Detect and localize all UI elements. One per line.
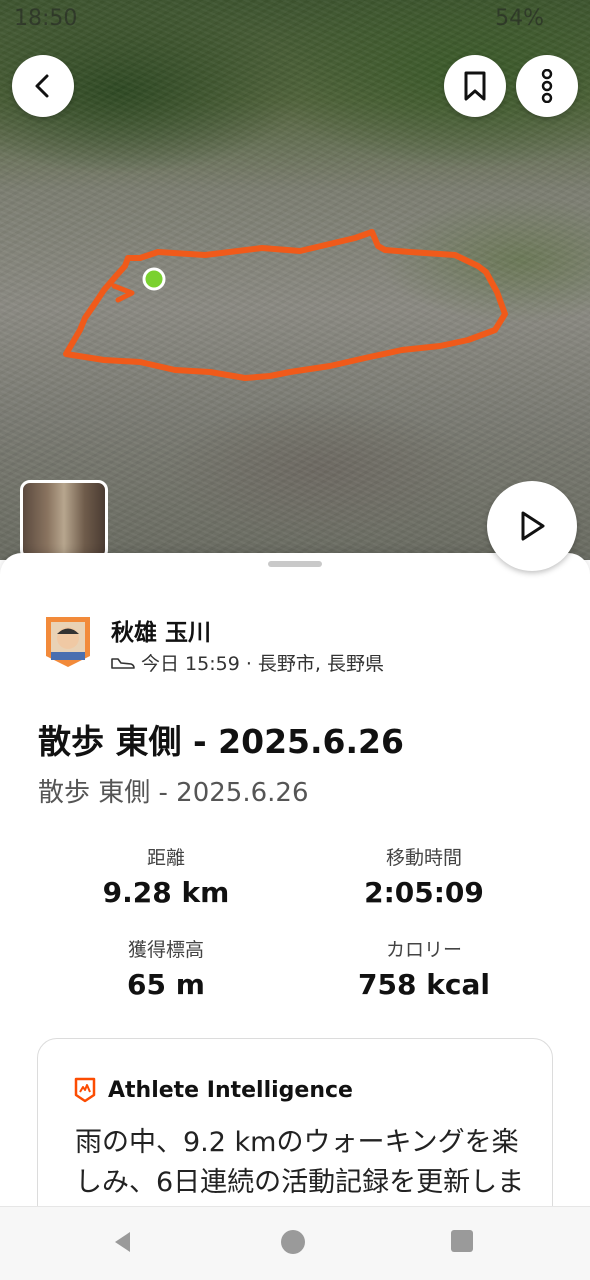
play-flyover-button[interactable] [487,481,577,571]
activity-meta-text: 今日 15:59 · 長野市, 長野県 [141,653,384,675]
stat-value: 2:05:09 [364,876,484,909]
athlete-name[interactable]: 秋雄 玉川 [111,613,211,647]
sheet-grabber[interactable] [268,561,322,567]
nav-recents-button[interactable] [450,1229,474,1257]
ai-title: Athlete Intelligence [108,1077,353,1103]
shoe-icon [111,657,135,669]
activity-meta: 今日 15:59 · 長野市, 長野県 [111,649,384,676]
athlete-intelligence-card[interactable]: Athlete Intelligence 雨の中、9.2 kmのウォーキングを楽… [37,1038,553,1213]
status-bar: 18:50 54% [0,0,590,38]
stat-label: 移動時間 [385,847,462,869]
nav-home-icon [281,1230,305,1254]
activity-description: 散歩 東側 - 2025.6.26 [38,778,309,808]
bookmark-icon [464,71,486,101]
stat-distance: 距離 9.28 km [46,843,286,909]
status-time: 18:50 [14,6,78,31]
route-path [63,229,508,381]
stat-label: 距離 [146,847,185,869]
nav-back-button[interactable] [110,1229,136,1259]
play-icon [521,511,545,541]
stat-moving-time: 移動時間 2:05:09 [304,843,544,909]
stat-value: 65 m [127,968,205,1001]
system-nav-bar [0,1206,590,1280]
nav-back-icon [115,1232,130,1252]
back-arrow-icon [35,74,49,98]
stat-label: カロリー [385,939,462,961]
stat-elevation-gain: 獲得標高 65 m [46,935,286,1001]
athlete-intelligence-icon [74,1077,96,1103]
photo-thumbnail[interactable] [20,480,108,560]
ai-header: Athlete Intelligence [74,1077,353,1103]
avatar-image [46,617,90,667]
battery-level: 54% [495,6,544,31]
avatar[interactable] [43,614,93,669]
more-options-button[interactable] [516,55,578,117]
back-button[interactable] [12,55,74,117]
stat-label: 獲得標高 [127,939,204,961]
activity-sheet: 秋雄 玉川 今日 15:59 · 長野市, 長野県 散歩 東側 - 2025.6… [0,553,590,1213]
activity-title: 散歩 東側 - 2025.6.26 [38,722,404,761]
stat-value: 758 kcal [358,968,490,1001]
start-marker [142,267,166,291]
route-arrow [111,283,135,303]
ai-summary-text: 雨の中、9.2 kmのウォーキングを楽しみ、6日連続の活動記録を更新しました。 [75,1127,525,1213]
more-vertical-icon [541,69,553,103]
stat-value: 9.28 km [102,876,230,909]
nav-home-button[interactable] [280,1229,306,1259]
bookmark-button[interactable] [444,55,506,117]
stat-calories: カロリー 758 kcal [304,935,544,1001]
nav-recents-icon [451,1230,473,1252]
